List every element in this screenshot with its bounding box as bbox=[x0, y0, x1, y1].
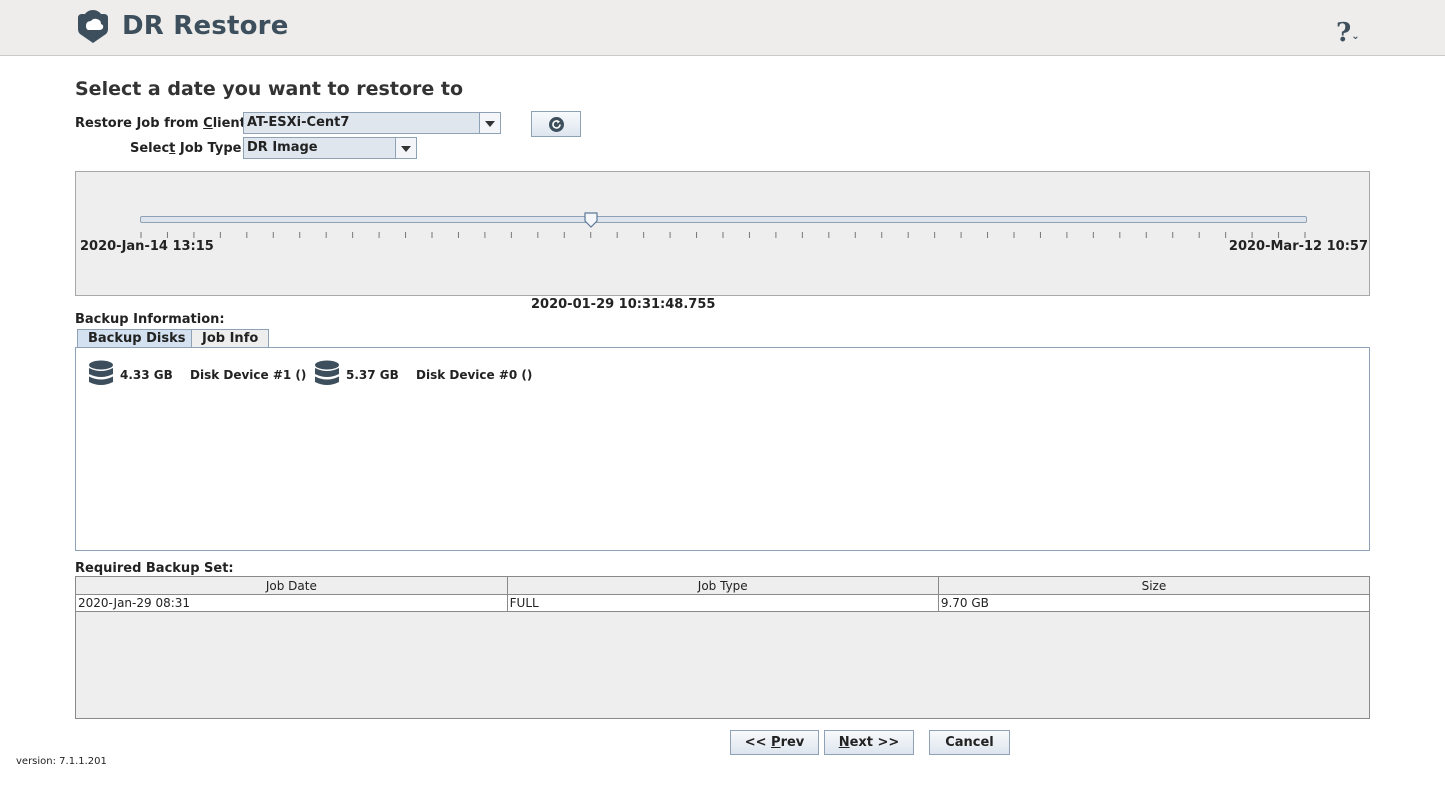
timeline-panel: 2020-Jan-14 13:15 2020-Mar-12 10:57 bbox=[75, 171, 1370, 296]
app-title: DR Restore bbox=[122, 11, 289, 41]
client-label: Restore Job from Client: bbox=[75, 116, 251, 131]
next-button-text-end: ext >> bbox=[849, 735, 900, 750]
chevron-down-icon[interactable] bbox=[479, 113, 500, 133]
column-header-size[interactable]: Size bbox=[937, 577, 1371, 595]
cell-job-date: 2020-Jan-29 08:31 bbox=[76, 594, 508, 612]
help-glyph: ? bbox=[1336, 18, 1352, 48]
refresh-icon bbox=[549, 117, 564, 132]
client-label-text: Restore Job from bbox=[75, 116, 204, 131]
cell-job-type: FULL bbox=[506, 594, 939, 612]
help-caret: ⌄ bbox=[1351, 31, 1360, 42]
disk-size: 5.37 GB bbox=[346, 368, 399, 382]
timeline-slider-thumb[interactable] bbox=[584, 212, 599, 228]
cloud-shield-logo-icon bbox=[78, 10, 108, 43]
table-header-row: Job Date Job Type Size bbox=[76, 577, 1371, 595]
disk-name: Disk Device #1 () bbox=[190, 368, 307, 382]
disk-size: 4.33 GB bbox=[120, 368, 173, 382]
next-button-mnemonic: N bbox=[838, 735, 850, 750]
database-icon bbox=[89, 360, 113, 385]
help-menu-icon[interactable]: ?⌄ bbox=[1336, 18, 1360, 48]
column-header-job-date[interactable]: Job Date bbox=[76, 577, 508, 595]
job-type-combobox[interactable]: DR Image bbox=[243, 137, 417, 159]
cancel-button[interactable]: Cancel bbox=[929, 730, 1010, 755]
selected-date-label: 2020-01-29 10:31:48.755 bbox=[531, 297, 716, 312]
backup-info-label: Backup Information: bbox=[75, 312, 225, 327]
page-title: Select a date you want to restore to bbox=[75, 78, 464, 100]
timeline-end-label: 2020-Mar-12 10:57 bbox=[1228, 239, 1368, 254]
tab-backup-disks[interactable]: Backup Disks bbox=[77, 329, 197, 348]
job-type-label: Select Job Type: bbox=[130, 141, 247, 156]
cell-size: 9.70 GB bbox=[937, 594, 1371, 612]
refresh-button[interactable] bbox=[531, 111, 581, 137]
backup-set-label: Required Backup Set: bbox=[75, 561, 234, 576]
app-header: DR Restore ?⌄ bbox=[0, 0, 1445, 56]
column-header-job-type[interactable]: Job Type bbox=[506, 577, 939, 595]
prev-button[interactable]: << Prev bbox=[730, 730, 819, 755]
backup-disks-panel: 4.33 GB Disk Device #1 () 5.37 GB Disk D… bbox=[75, 347, 1370, 551]
timeline-slider-track[interactable] bbox=[140, 216, 1307, 223]
prev-button-text: << bbox=[744, 735, 772, 750]
client-label-mnemonic: C bbox=[203, 116, 213, 131]
disk-name: Disk Device #0 () bbox=[416, 368, 533, 382]
client-combobox[interactable]: AT-ESXi-Cent7 bbox=[243, 112, 501, 134]
prev-button-text-end: rev bbox=[780, 735, 805, 750]
prev-button-mnemonic: P bbox=[771, 735, 781, 750]
chevron-down-icon[interactable] bbox=[395, 138, 416, 158]
database-icon bbox=[315, 360, 339, 385]
job-type-label-text-end: Job Type: bbox=[175, 141, 247, 156]
next-button[interactable]: Next >> bbox=[824, 730, 914, 755]
backup-set-table: Job Date Job Type Size 2020-Jan-29 08:31… bbox=[75, 576, 1371, 719]
job-type-label-text: Selec bbox=[130, 141, 170, 156]
timeline-start-label: 2020-Jan-14 13:15 bbox=[80, 239, 214, 254]
timeline-ticks bbox=[140, 232, 1306, 238]
client-value: AT-ESXi-Cent7 bbox=[247, 115, 350, 130]
version-label: version: 7.1.1.201 bbox=[16, 756, 107, 767]
table-row[interactable]: 2020-Jan-29 08:31 FULL 9.70 GB bbox=[76, 594, 1371, 612]
tab-job-info[interactable]: Job Info bbox=[191, 329, 270, 348]
job-type-value: DR Image bbox=[247, 140, 318, 155]
